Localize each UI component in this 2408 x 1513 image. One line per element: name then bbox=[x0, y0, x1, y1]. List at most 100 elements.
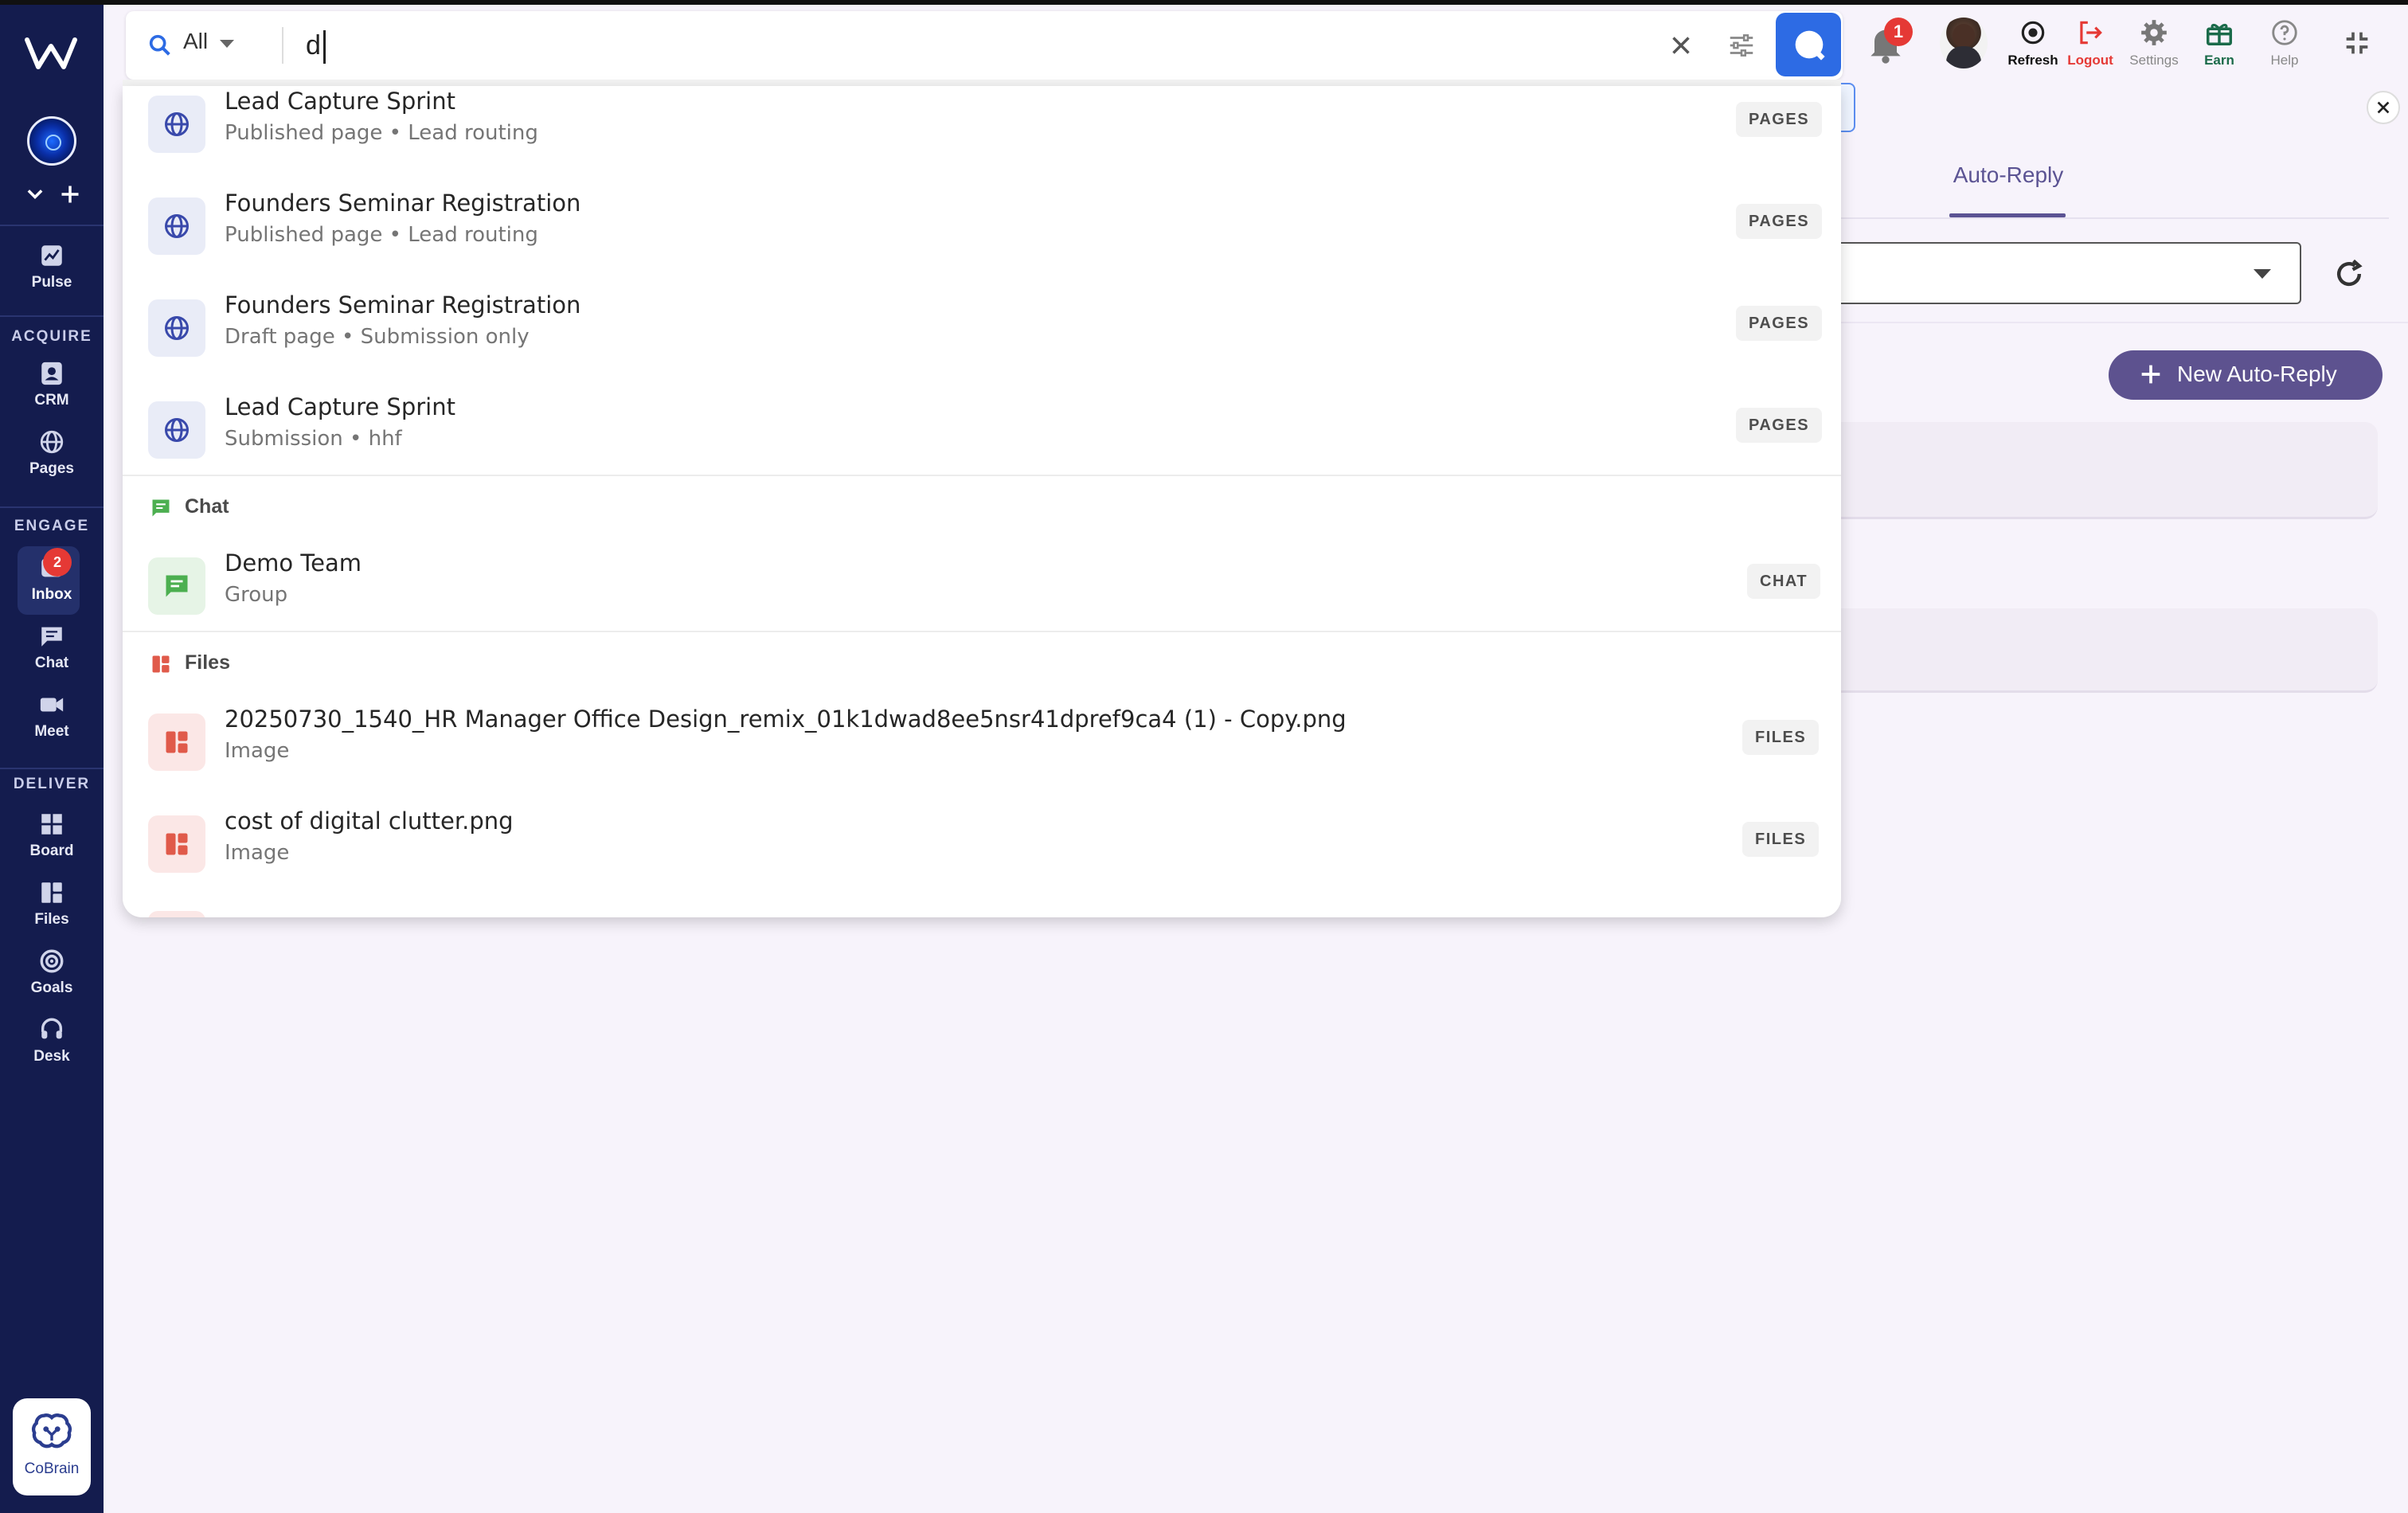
globe-icon bbox=[165, 418, 189, 442]
sidebar-item-pages[interactable]: Pages bbox=[0, 428, 104, 489]
chat-icon-tile bbox=[148, 557, 205, 615]
sidebar-divider bbox=[0, 225, 104, 226]
result-title: Founders Seminar Registration bbox=[225, 291, 581, 319]
filter-icon[interactable] bbox=[1726, 30, 1757, 61]
result-item-page[interactable]: Founders Seminar Registration Draft page… bbox=[123, 274, 1841, 376]
caret-down-icon bbox=[2254, 269, 2271, 279]
globe-icon bbox=[165, 316, 189, 340]
collapse-icon[interactable] bbox=[2341, 27, 2373, 59]
window-top-edge bbox=[0, 0, 2408, 5]
files-icon bbox=[166, 833, 188, 855]
search-icon bbox=[149, 34, 170, 56]
result-subtitle: Submission • hhf bbox=[225, 427, 402, 451]
sidebar-item-files[interactable]: Files bbox=[0, 879, 104, 940]
sidebar-label: Pages bbox=[29, 460, 74, 477]
clear-icon[interactable] bbox=[1666, 30, 1696, 61]
sidebar: Pulse ACQUIRE CRM Pages ENGAGE Inbox 2 C… bbox=[0, 5, 104, 1513]
tab-divider bbox=[1831, 217, 2389, 219]
search-submit-button[interactable] bbox=[1776, 13, 1841, 76]
page-icon-tile bbox=[148, 401, 205, 459]
sidebar-item-meet[interactable]: Meet bbox=[0, 691, 104, 752]
auto-reply-card[interactable] bbox=[1831, 608, 2378, 693]
sidebar-divider bbox=[0, 506, 104, 508]
result-item-page[interactable]: Lead Capture Sprint Submission • hhf PAG… bbox=[123, 376, 1841, 478]
result-item-file[interactable]: cost of digital clutter.png Image FILES bbox=[123, 790, 1841, 892]
file-icon-tile-partial bbox=[148, 911, 205, 917]
plus-icon bbox=[2141, 365, 2160, 384]
group-divider bbox=[123, 475, 1841, 476]
sidebar-item-pulse[interactable]: Pulse bbox=[0, 242, 104, 303]
sidebar-item-crm[interactable]: CRM bbox=[0, 360, 104, 420]
files-icon bbox=[41, 882, 62, 903]
settings-label: Settings bbox=[2129, 53, 2179, 68]
result-item-page[interactable]: Founders Seminar Registration Published … bbox=[123, 172, 1841, 274]
text-cursor bbox=[323, 30, 326, 64]
cobrain-button[interactable]: CoBrain bbox=[13, 1398, 91, 1495]
board-icon bbox=[41, 814, 62, 835]
globe-icon bbox=[40, 430, 64, 454]
globe-icon bbox=[165, 214, 189, 238]
sidebar-item-inbox[interactable]: Inbox 2 bbox=[0, 546, 104, 615]
result-item-page[interactable]: Lead Capture Sprint Published page • Lea… bbox=[123, 86, 1841, 172]
help-button[interactable]: Help bbox=[2249, 18, 2320, 68]
result-title: 20250730_1540_HR Manager Office Design_r… bbox=[225, 706, 1347, 733]
auto-reply-card[interactable] bbox=[1831, 422, 2378, 519]
search-scope-select[interactable]: All bbox=[183, 29, 208, 54]
logout-icon bbox=[2080, 21, 2102, 45]
result-subtitle: Published page • Lead routing bbox=[225, 121, 538, 145]
group-label: Chat bbox=[185, 495, 229, 518]
section-label-deliver: DELIVER bbox=[13, 776, 91, 792]
video-icon bbox=[40, 698, 64, 712]
result-type-chip: PAGES bbox=[1736, 204, 1823, 239]
app-logo-icon[interactable] bbox=[24, 32, 78, 73]
inbox-badge: 2 bbox=[43, 548, 72, 577]
section-label-acquire: ACQUIRE bbox=[11, 328, 92, 345]
logout-button[interactable]: Logout bbox=[2054, 18, 2126, 68]
new-auto-reply-button[interactable]: New Auto-Reply bbox=[2109, 350, 2383, 400]
gear-icon bbox=[2141, 20, 2167, 45]
settings-button[interactable]: Settings bbox=[2118, 18, 2190, 68]
sidebar-label: Goals bbox=[30, 979, 73, 996]
search-input[interactable] bbox=[306, 25, 1739, 65]
earn-button[interactable]: Earn bbox=[2183, 18, 2255, 68]
earn-label: Earn bbox=[2204, 53, 2234, 68]
chevron-down-icon[interactable] bbox=[24, 183, 46, 205]
panel-close-button[interactable] bbox=[2367, 91, 2400, 124]
tab-auto-reply[interactable]: Auto-Reply bbox=[1949, 162, 2067, 188]
result-type-chip: FILES bbox=[1742, 720, 1820, 755]
result-subtitle: Image bbox=[225, 841, 290, 865]
sidebar-label: Files bbox=[34, 911, 69, 928]
sidebar-item-desk[interactable]: Desk bbox=[0, 1016, 104, 1077]
channel-select[interactable] bbox=[1831, 242, 2301, 304]
sidebar-label: Desk bbox=[33, 1048, 70, 1065]
result-item-chat[interactable]: Demo Team Group CHAT bbox=[123, 532, 1841, 634]
gift-icon bbox=[2207, 23, 2232, 45]
sidebar-item-goals[interactable]: Goals bbox=[0, 948, 104, 1008]
workspace-controls bbox=[21, 182, 84, 209]
reload-icon[interactable] bbox=[2332, 256, 2367, 291]
search-results-dropdown: Lead Capture Sprint Published page • Lea… bbox=[123, 86, 1841, 917]
result-title: Founders Seminar Registration bbox=[225, 190, 581, 217]
result-type-chip: PAGES bbox=[1736, 102, 1823, 137]
workspace-avatar[interactable] bbox=[27, 116, 76, 166]
result-title: Demo Team bbox=[225, 549, 362, 577]
new-auto-reply-label: New Auto-Reply bbox=[2177, 362, 2337, 386]
help-icon bbox=[2272, 20, 2297, 45]
result-subtitle: Published page • Lead routing bbox=[225, 223, 538, 247]
panel-divider bbox=[1831, 322, 2408, 323]
result-type-chip: CHAT bbox=[1747, 564, 1821, 599]
target-icon bbox=[40, 949, 64, 973]
result-type-chip: PAGES bbox=[1736, 306, 1823, 341]
search-icon bbox=[1795, 30, 1825, 61]
sidebar-item-board[interactable]: Board bbox=[0, 811, 104, 871]
add-workspace-icon[interactable] bbox=[59, 183, 81, 205]
result-subtitle: Draft page • Submission only bbox=[225, 325, 530, 349]
sidebar-item-chat[interactable]: Chat bbox=[0, 623, 104, 683]
file-icon-tile bbox=[148, 713, 205, 771]
sidebar-divider bbox=[0, 768, 104, 769]
user-avatar[interactable] bbox=[1940, 18, 1988, 68]
result-item-file[interactable]: 20250730_1540_HR Manager Office Design_r… bbox=[123, 688, 1841, 790]
crm-icon bbox=[41, 362, 62, 385]
sidebar-label: Meet bbox=[34, 723, 69, 740]
chat-bubble-icon bbox=[166, 575, 188, 597]
